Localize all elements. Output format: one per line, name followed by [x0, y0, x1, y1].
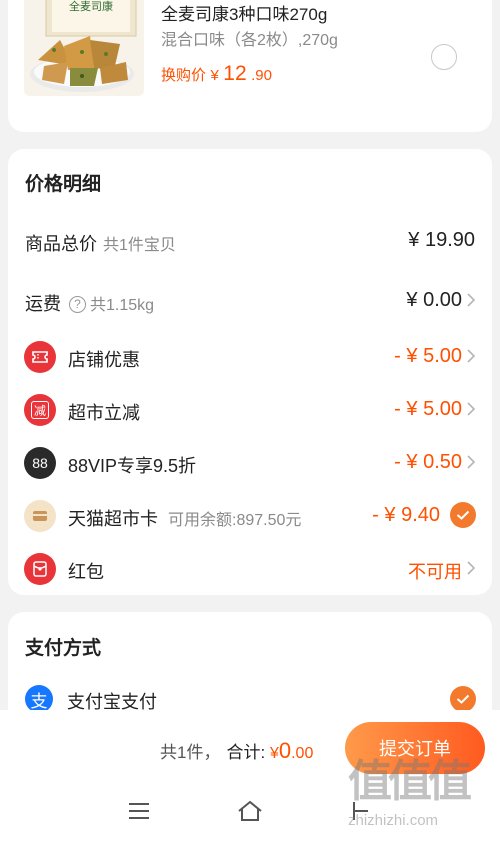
payment-title: 支付方式: [25, 638, 102, 659]
supermarket-card-value: - ¥ 9.40: [372, 504, 440, 526]
shipping-label: 运费: [25, 294, 61, 314]
item-count: 共1件，: [160, 743, 221, 762]
vip-discount-label: 88VIP专享9.5折: [68, 456, 197, 476]
price-decimal: .90: [251, 67, 272, 84]
chevron-right-icon: [467, 293, 476, 307]
chevron-right-icon: [467, 349, 476, 363]
order-total: 共1件， 合计: ¥0.00: [160, 738, 313, 764]
product-price: 换购价 ¥ 12 .90: [161, 62, 272, 86]
goods-total-value: ¥ 19.90: [408, 229, 475, 251]
total-currency: ¥: [269, 745, 279, 762]
product-card: 全麦司康 全麦司康3种口味270g 混合口味（各2枚）,270g 换购价 ¥ 1…: [8, 0, 492, 132]
price-integer: 12: [223, 62, 247, 85]
shipping-value: ¥ 0.00: [406, 289, 462, 311]
alipay-icon: 支: [25, 685, 53, 713]
coupon-icon: [24, 341, 56, 373]
supermarket-card-balance: 可用余额:897.50元: [168, 512, 302, 529]
supermarket-card-label: 天猫超市卡 可用余额:897.50元: [68, 505, 301, 531]
reduce-icon-text: 减: [31, 401, 49, 419]
product-box-text: 全麦司康: [69, 0, 113, 13]
total-amount: ¥0.00: [269, 738, 314, 763]
menu-icon[interactable]: [128, 802, 150, 820]
watermark-url: zhizhizhi.com: [348, 812, 439, 829]
shipping-row[interactable]: 运费? 共1.15kg ¥ 0.00: [8, 281, 492, 321]
supermarket-reduce-label: 超市立减: [68, 403, 140, 423]
shop-discount-value: - ¥ 5.00: [394, 345, 462, 367]
product-spec: 混合口味（各2枚）,270g: [161, 32, 338, 49]
price-detail-title: 价格明细: [25, 174, 102, 195]
supermarket-card-row[interactable]: 天猫超市卡 可用余额:897.50元 - ¥ 9.40: [8, 496, 492, 536]
product-name: 全麦司康3种口味270g: [161, 5, 328, 24]
shipping-weight: 共1.15kg: [90, 297, 155, 314]
red-packet-row[interactable]: 红包 不可用: [8, 549, 492, 589]
vip-discount-value: - ¥ 0.50: [394, 451, 462, 473]
goods-total-count: 共1件宝贝: [103, 237, 176, 254]
price-detail-card: 价格明细 商品总价 共1件宝贝 ¥ 19.90 运费? 共1.15kg ¥ 0.00…: [8, 149, 492, 595]
shop-discount-label: 店铺优惠: [68, 350, 140, 370]
chevron-right-icon: [467, 402, 476, 416]
vip-discount-row[interactable]: 88 88VIP专享9.5折 - ¥ 0.50: [8, 443, 492, 483]
goods-total-label: 商品总价: [25, 234, 97, 254]
supermarket-reduce-row[interactable]: 减 超市立减 - ¥ 5.00: [8, 390, 492, 430]
chevron-right-icon: [467, 561, 476, 575]
reduce-icon: 减: [24, 394, 56, 426]
alipay-icon-text: 支: [30, 691, 48, 711]
price-label: 换购价: [161, 67, 207, 84]
supermarket-card-icon: [24, 500, 56, 532]
red-packet-value: 不可用: [408, 562, 462, 582]
shop-discount-row[interactable]: 店铺优惠 - ¥ 5.00: [8, 337, 492, 377]
price-currency: ¥: [210, 67, 219, 84]
watermark: 值值值 zhizhizhi.com: [348, 757, 472, 830]
total-decimal: .00: [291, 745, 314, 762]
product-image[interactable]: 全麦司康: [24, 0, 144, 96]
vip88-icon: 88: [24, 447, 56, 479]
chevron-right-icon: [467, 455, 476, 469]
total-integer: 0: [278, 738, 292, 763]
red-packet-icon: [24, 553, 56, 585]
card-checked-icon[interactable]: [450, 502, 476, 528]
goods-total-row: 商品总价 共1件宝贝 ¥ 19.90: [8, 221, 492, 261]
alipay-checked-icon[interactable]: [450, 686, 476, 712]
product-select-radio[interactable]: [431, 44, 457, 70]
home-icon[interactable]: [236, 800, 264, 822]
supermarket-card-name: 天猫超市卡: [68, 509, 158, 529]
supermarket-reduce-value: - ¥ 5.00: [394, 398, 462, 420]
vip88-icon-text: 88: [32, 455, 48, 471]
watermark-logo: 值值值: [348, 757, 472, 806]
red-packet-label: 红包: [68, 562, 104, 582]
total-label: 合计:: [226, 743, 266, 762]
help-icon[interactable]: ?: [69, 295, 86, 313]
